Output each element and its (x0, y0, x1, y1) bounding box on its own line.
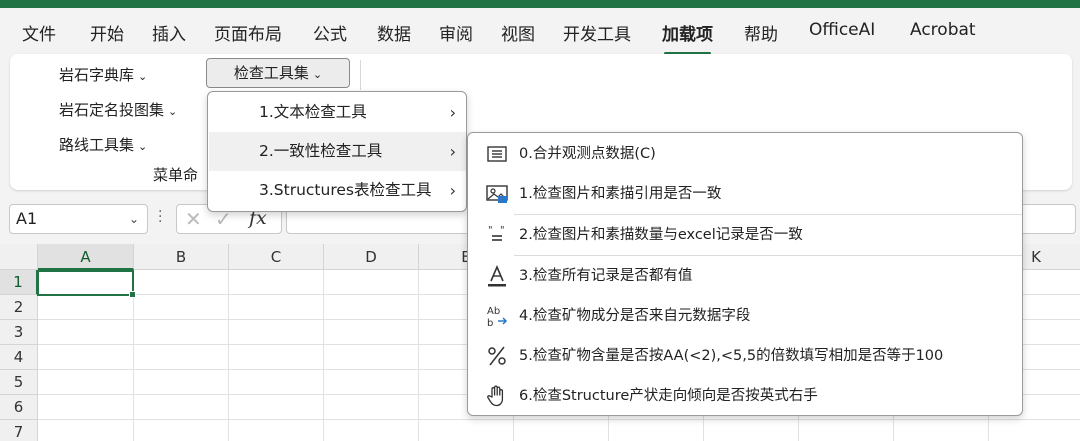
ribbon-group-label: 菜单命 (153, 166, 199, 184)
chevron-down-icon: ⌄ (138, 70, 148, 83)
submenu-item-label: 5.检查矿物含量是否按AA(<2),<5,5的倍数填写相加是否等于100 (519, 348, 944, 364)
svg-text:Ab: Ab (487, 306, 500, 317)
chevron-right-icon: › (449, 181, 456, 200)
submenu-item-label: 3.检查所有记录是否都有值 (519, 268, 693, 284)
submenu-item-mineral-content[interactable]: 5.检查矿物含量是否按AA(<2),<5,5的倍数填写相加是否等于100 (469, 336, 1021, 376)
submenu-item-label: 1.检查图片和素描引用是否一致 (519, 186, 722, 202)
tab-insert[interactable]: 插入 (152, 20, 186, 45)
tab-addins[interactable]: 加载项 (662, 20, 713, 55)
chevron-down-icon[interactable]: ⌄ (129, 205, 139, 233)
chevron-right-icon: › (449, 103, 456, 122)
column-header-c[interactable]: C (229, 244, 324, 270)
row-header-1[interactable]: 1 (0, 270, 38, 295)
active-cell-a1[interactable] (37, 270, 136, 298)
ribbon-separator (360, 60, 361, 90)
table-merge-icon (487, 146, 507, 162)
tab-formulas[interactable]: 公式 (313, 20, 347, 45)
tab-developer[interactable]: 开发工具 (563, 20, 631, 45)
row-header-4[interactable]: 4 (0, 345, 38, 370)
svg-text:": " (500, 225, 505, 236)
tab-officeai[interactable]: OfficeAI (809, 20, 875, 40)
submenu-item-image-reference[interactable]: 1.检查图片和素描引用是否一致 (469, 174, 1021, 214)
tab-data[interactable]: 数据 (377, 20, 411, 45)
name-box[interactable]: A1 ⌄ (9, 204, 148, 234)
hand-icon (487, 385, 504, 407)
tab-review[interactable]: 审阅 (439, 20, 473, 45)
menu-item-label: 3.Structures表检查工具 (259, 181, 432, 199)
tab-home[interactable]: 开始 (90, 20, 124, 45)
submenu-item-label: 0.合并观测点数据(C) (519, 146, 656, 162)
menu-item-consistency-check[interactable]: 2.一致性检查工具 › (209, 132, 466, 171)
tab-help[interactable]: 帮助 (744, 20, 778, 45)
tab-acrobat[interactable]: Acrobat (910, 20, 976, 40)
equals-quote-icon: " " (488, 225, 505, 241)
route-tools-menu[interactable]: 路线工具集 ⌄ (59, 134, 147, 155)
submenu-item-structure-orientation[interactable]: 6.检查Structure产状走向倾向是否按英式右手 (469, 376, 1021, 416)
column-header-d[interactable]: D (324, 244, 419, 270)
row-header-3[interactable]: 3 (0, 320, 38, 345)
submenu-item-image-count[interactable]: " " 2.检查图片和素描数量与excel记录是否一致 (469, 215, 1021, 255)
chevron-down-icon: ⌄ (168, 105, 178, 118)
menu-item-label: 2.一致性检查工具 (259, 142, 383, 160)
title-bar-strip (0, 0, 1080, 8)
rock-naming-label: 岩石定名投图集 (59, 101, 165, 119)
menu-item-structures-check[interactable]: 3.Structures表检查工具 › (209, 171, 466, 210)
text-underline-icon (488, 264, 506, 287)
submenu-item-label: 2.检查图片和素描数量与excel记录是否一致 (519, 227, 803, 243)
chevron-down-icon: ⌄ (312, 68, 323, 81)
submenu-item-all-values[interactable]: 3.检查所有记录是否都有值 (469, 256, 1021, 296)
row-header-6[interactable]: 6 (0, 395, 38, 420)
route-tools-label: 路线工具集 (59, 136, 135, 154)
check-tools-label: 检查工具集 (233, 64, 309, 82)
submenu-item-merge-points[interactable]: 0.合并观测点数据(C) (469, 134, 1021, 174)
ribbon-tabs: 文件 开始 插入 页面布局 公式 数据 审阅 视图 开发工具 加载项 帮助 Of… (0, 8, 1080, 55)
check-tools-button[interactable]: 检查工具集 ⌄ (206, 58, 350, 88)
chevron-down-icon: ⌄ (138, 140, 148, 153)
tab-page-layout[interactable]: 页面布局 (214, 20, 282, 45)
submenu-item-mineral-source[interactable]: Ab b 4.检查矿物成分是否来自元数据字段 (469, 296, 1021, 336)
check-tools-dropdown: 1.文本检查工具 › 2.一致性检查工具 › 3.Structures表检查工具… (207, 91, 467, 212)
cancel-icon[interactable]: ✕ (185, 207, 202, 231)
svg-text:b: b (487, 318, 493, 328)
column-header-b[interactable]: B (134, 244, 229, 270)
select-all-corner[interactable] (0, 244, 38, 270)
more-options-icon[interactable]: · · · (158, 205, 162, 229)
rock-dict-label: 岩石字典库 (59, 66, 135, 84)
grid-line (418, 270, 419, 441)
svg-text:": " (488, 225, 493, 236)
tab-file[interactable]: 文件 (22, 20, 56, 45)
submenu-item-label: 6.检查Structure产状走向倾向是否按英式右手 (519, 388, 818, 404)
grid-line (228, 270, 229, 441)
row-header-2[interactable]: 2 (0, 295, 38, 320)
submenu-item-label: 4.检查矿物成分是否来自元数据字段 (519, 308, 751, 324)
rock-naming-menu[interactable]: 岩石定名投图集 ⌄ (59, 99, 177, 120)
rock-dict-menu[interactable]: 岩石字典库 ⌄ (59, 64, 147, 85)
text-replace-icon: Ab b (487, 306, 508, 328)
grid-line (38, 419, 1080, 420)
image-check-icon (486, 185, 508, 203)
menu-item-text-check[interactable]: 1.文本检查工具 › (209, 93, 466, 132)
column-header-a[interactable]: A (38, 244, 134, 270)
tab-view[interactable]: 视图 (501, 20, 535, 45)
percent-icon (488, 346, 506, 366)
row-header-7[interactable]: 7 (0, 420, 38, 441)
row-header-5[interactable]: 5 (0, 370, 38, 395)
chevron-right-icon: › (449, 142, 456, 161)
consistency-submenu: 0.合并观测点数据(C) 1.检查图片和素描引用是否一致 " " 2.检查图片和… (467, 132, 1023, 416)
grid-line (323, 270, 324, 441)
name-box-value: A1 (16, 209, 38, 228)
menu-item-label: 1.文本检查工具 (259, 103, 367, 121)
